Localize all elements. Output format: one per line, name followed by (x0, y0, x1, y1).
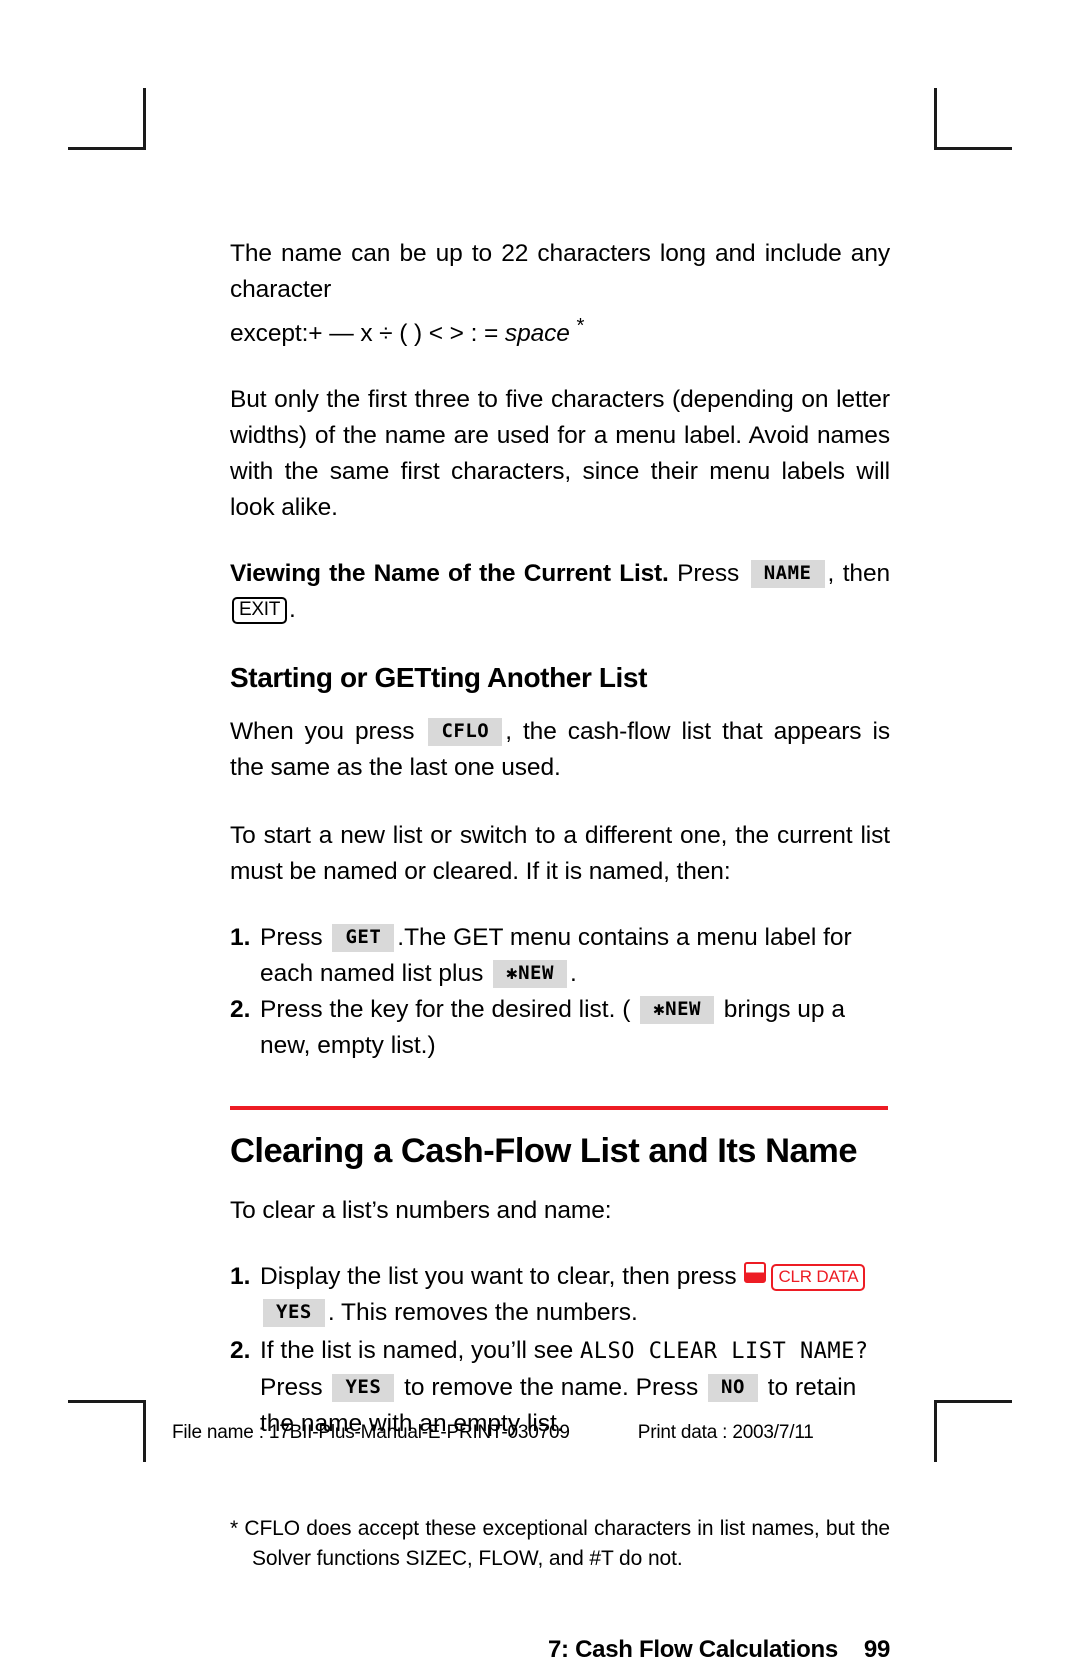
step-number: 1. (230, 1263, 251, 1291)
crop-mark-horizontal-line (934, 147, 1012, 150)
step-list-clear: 1. Display the list you want to clear, th… (230, 1259, 890, 1442)
softkey-new[interactable]: ✱NEW (493, 960, 567, 989)
calculator-display-prompt: ALSO CLEAR LIST NAME? (580, 1339, 869, 1365)
step-number: 2. (230, 1337, 251, 1365)
list-item: 1. Press GET .The GET menu contains a menu… (230, 920, 890, 992)
softkey-new[interactable]: ✱NEW (640, 996, 714, 1025)
viewing-name-period: . (289, 596, 296, 624)
divider-red-rule (230, 1106, 888, 1111)
softkey-name[interactable]: NAME (750, 560, 825, 589)
crop-mark-bottom-left (68, 1400, 146, 1462)
step-text-before: Display the list you want to clear, then… (260, 1263, 737, 1291)
name-rules-space-word: space (504, 320, 570, 348)
key-clr-data[interactable]: CLR DATA (771, 1264, 866, 1292)
section-heading-starting-getting: Starting or GETting Another List (230, 662, 648, 694)
key-exit[interactable]: EXIT (232, 597, 288, 625)
shift-key-icon[interactable] (744, 1262, 767, 1284)
crop-mark-bottom-right (934, 1400, 1012, 1462)
crop-mark-vertical-line (934, 1400, 937, 1462)
softkey-no[interactable]: NO (708, 1374, 758, 1403)
crop-mark-horizontal-line (934, 1400, 1012, 1403)
cflo-text-before: When you press (230, 718, 415, 746)
viewing-name-press-label: Press (677, 560, 740, 588)
step-text-before: If the list is named, you’ll see (260, 1337, 574, 1365)
step-text-before: Press (260, 924, 323, 952)
step-list-get: 1. Press GET .The GET menu contains a menu… (230, 920, 890, 1064)
paragraph-cflo: When you press CFLO, the cash-flow list … (230, 714, 890, 786)
footnote-text: * CFLO does accept these exceptional cha… (230, 1517, 890, 1571)
step-text-before: Press the key for the desired list. ( (260, 996, 631, 1024)
step-text-press-1: Press (260, 1374, 323, 1402)
footnote-marker: * (576, 315, 585, 337)
print-data-date: Print data : 2003/7/11 (637, 1422, 814, 1443)
list-item: 1. Display the list you want to clear, th… (230, 1259, 890, 1331)
page-content: The name can be up to 22 characters long… (230, 236, 890, 1664)
page-title: Clearing a Cash-Flow List and Its Name (230, 1132, 858, 1171)
paragraph-start-new-list: To start a new list or switch to a diffe… (230, 822, 890, 886)
viewing-name-then-label: , then (827, 560, 891, 588)
list-item: 2. Press the key for the desired list. ( … (230, 992, 890, 1064)
crop-mark-horizontal-line (68, 1400, 146, 1403)
page-footer: 7: Cash Flow Calculations 99 (230, 1636, 890, 1664)
paragraph-menu-label: But only the first three to five charact… (230, 386, 890, 522)
print-file-name: File name : 17BII-Plus-Manual-E-PRINT-03… (172, 1422, 570, 1443)
softkey-yes[interactable]: YES (332, 1374, 395, 1403)
crop-mark-vertical-line (143, 88, 146, 150)
step-text-after: . (569, 960, 577, 988)
footer-page-number: 99 (863, 1636, 890, 1664)
crop-mark-vertical-line (934, 88, 937, 150)
step-number: 1. (230, 924, 251, 952)
crop-mark-horizontal-line (68, 147, 146, 150)
paragraph-viewing-name: Viewing the Name of the Current List. Pr… (230, 556, 890, 628)
crop-mark-top-right (934, 88, 1012, 150)
softkey-cflo[interactable]: CFLO (428, 718, 503, 747)
step-number: 2. (230, 996, 251, 1024)
softkey-yes[interactable]: YES (263, 1299, 325, 1328)
name-rules-except-chars: + — x ÷ ( ) < > : = (308, 320, 505, 348)
softkey-get[interactable]: GET (332, 924, 395, 953)
footer-chapter-title: 7: Cash Flow Calculations (548, 1636, 838, 1664)
name-rules-text: The name can be up to 22 characters long… (230, 240, 890, 303)
paragraph-name-rules: The name can be up to 22 characters long… (230, 236, 890, 352)
step-text-press-2: to remove the name. Press (404, 1374, 699, 1402)
print-production-line: File name : 17BII-Plus-Manual-E-PRINT-03… (172, 1422, 932, 1444)
runin-heading-viewing-name: Viewing the Name of the Current List. (230, 560, 669, 588)
step-text-after: . This removes the numbers. (327, 1299, 638, 1327)
name-rules-except-label: except: (230, 320, 309, 348)
crop-mark-top-left (68, 88, 146, 150)
crop-mark-vertical-line (143, 1400, 146, 1462)
paragraph-clear-intro: To clear a list’s numbers and name: (230, 1197, 612, 1225)
